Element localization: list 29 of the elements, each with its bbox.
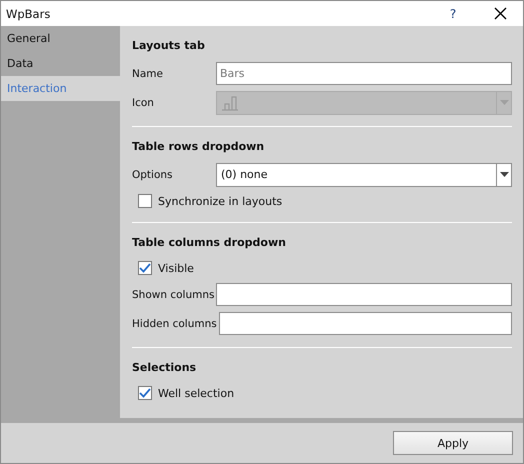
caret-icon bbox=[500, 100, 508, 105]
close-icon bbox=[494, 7, 506, 20]
field-label: Shown columns bbox=[132, 288, 216, 300]
section-title: Table columns dropdown bbox=[132, 235, 287, 251]
field-label: Options bbox=[132, 168, 174, 180]
text-field[interactable] bbox=[218, 312, 512, 335]
dropdown[interactable]: (0) none bbox=[216, 162, 512, 186]
field-label: Icon bbox=[132, 96, 155, 108]
bar-chart-icon bbox=[221, 94, 239, 110]
dropdown-value: (0) none bbox=[221, 168, 268, 181]
text-field[interactable] bbox=[216, 283, 512, 306]
sidebar-item[interactable]: Data bbox=[1, 51, 120, 76]
field-label: Hidden columns bbox=[132, 318, 218, 330]
text-field[interactable]: Bars bbox=[216, 62, 512, 85]
checkbox[interactable] bbox=[138, 194, 152, 208]
caret-icon bbox=[500, 172, 508, 177]
checkbox-label: Synchronize in layouts bbox=[158, 194, 282, 208]
field-label: Name bbox=[132, 68, 164, 80]
checkbox-label: Visible bbox=[158, 262, 194, 274]
help-button[interactable]: ? bbox=[443, 6, 463, 20]
section-title: Selections bbox=[132, 360, 198, 376]
checkbox[interactable] bbox=[138, 386, 152, 400]
window-title: WpBars bbox=[5, 6, 52, 20]
section-title: Layouts tab bbox=[132, 38, 206, 54]
section-title: Table rows dropdown bbox=[132, 139, 266, 155]
checkbox-label: Well selection bbox=[158, 386, 234, 400]
apply-button[interactable]: Apply bbox=[393, 431, 513, 455]
sidebar-item[interactable]: General bbox=[1, 26, 120, 51]
checkbox[interactable] bbox=[138, 261, 152, 275]
